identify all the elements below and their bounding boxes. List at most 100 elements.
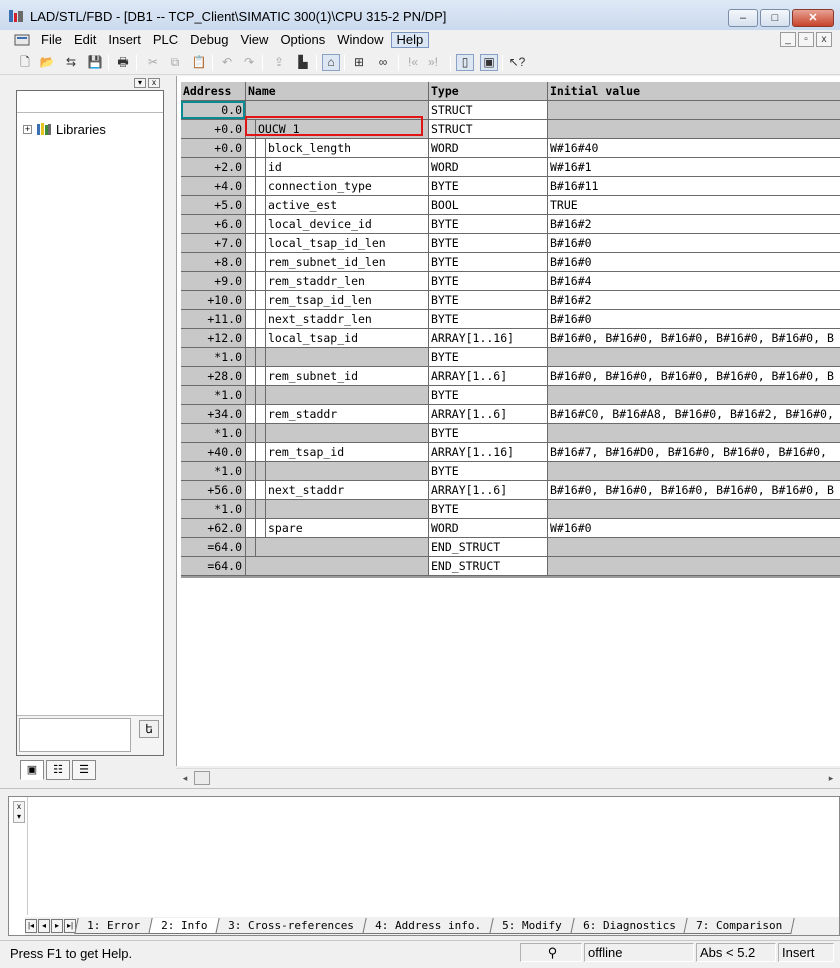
cell-address[interactable]: +7.0 — [181, 234, 246, 253]
cell-initial-value[interactable] — [548, 557, 840, 576]
cell-address[interactable]: +9.0 — [181, 272, 246, 291]
cell-name[interactable]: rem_tsap_id — [246, 443, 429, 462]
menu-file[interactable]: File — [36, 32, 67, 48]
tree-item-libraries[interactable]: + Libraries — [23, 121, 106, 137]
menu-window[interactable]: Window — [332, 32, 388, 48]
cell-type[interactable]: ARRAY[1..6] — [429, 367, 548, 386]
network-config-icon[interactable]: ⊞ — [350, 54, 368, 71]
cell-address[interactable]: +40.0 — [181, 443, 246, 462]
cell-name[interactable]: next_staddr — [246, 481, 429, 500]
menu-plc[interactable]: PLC — [148, 32, 183, 48]
cell-initial-value[interactable] — [548, 101, 840, 120]
cell-name[interactable] — [246, 557, 429, 576]
cell-type[interactable]: BYTE — [429, 348, 548, 367]
table-row[interactable]: +0.0 OUCW_1 STRUCT — [181, 120, 840, 139]
cell-name[interactable] — [246, 424, 429, 443]
cell-initial-value[interactable] — [548, 538, 840, 557]
cell-type[interactable]: STRUCT — [429, 120, 548, 139]
output-tab[interactable]: 7: Comparison — [683, 918, 796, 934]
cell-type[interactable]: ARRAY[1..16] — [429, 329, 548, 348]
output-tab[interactable]: 3: Cross-references — [215, 918, 367, 934]
panel-close-icon[interactable]: x — [148, 78, 160, 88]
table-row[interactable]: *1.0 BYTE — [181, 500, 840, 519]
menu-help[interactable]: Help — [390, 32, 430, 48]
paste-icon[interactable]: 📋 — [190, 54, 208, 71]
cell-initial-value[interactable] — [548, 120, 840, 139]
table-row[interactable]: *1.0 BYTE — [181, 424, 840, 443]
cell-type[interactable]: WORD — [429, 519, 548, 538]
table-row[interactable]: *1.0 BYTE — [181, 386, 840, 405]
monitor-icon[interactable]: ▙ — [294, 54, 312, 71]
details-icon[interactable]: ▣ — [480, 54, 498, 71]
cell-name[interactable]: active_est — [246, 196, 429, 215]
mdi-restore-button[interactable]: ▫ — [798, 32, 814, 47]
output-tab[interactable]: 4: Address info. — [362, 918, 494, 934]
cell-name[interactable]: rem_subnet_id — [246, 367, 429, 386]
cell-address[interactable]: *1.0 — [181, 500, 246, 519]
cell-type[interactable]: BYTE — [429, 386, 548, 405]
header-type[interactable]: Type — [429, 82, 548, 101]
cell-initial-value[interactable]: W#16#1 — [548, 158, 840, 177]
cell-name[interactable]: id — [246, 158, 429, 177]
table-row[interactable]: +6.0 local_device_id BYTE B#16#2 — [181, 215, 840, 234]
table-row[interactable]: +12.0 local_tsap_id ARRAY[1..16] B#16#0, B#… — [181, 329, 840, 348]
cell-type[interactable]: BYTE — [429, 310, 548, 329]
document-window-icon[interactable] — [14, 33, 30, 47]
cell-name[interactable]: connection_type — [246, 177, 429, 196]
cell-name[interactable]: local_tsap_id_len — [246, 234, 429, 253]
mdi-minimize-button[interactable]: _ — [780, 32, 796, 47]
cell-initial-value[interactable] — [548, 500, 840, 519]
table-row[interactable]: =64.0 END_STRUCT — [181, 538, 840, 557]
cell-name[interactable] — [246, 101, 429, 120]
cell-type[interactable]: BYTE — [429, 291, 548, 310]
cell-type[interactable]: STRUCT — [429, 101, 548, 120]
cell-type[interactable]: WORD — [429, 139, 548, 158]
table-row[interactable]: +8.0 rem_subnet_id_len BYTE B#16#0 — [181, 253, 840, 272]
horizontal-scrollbar[interactable]: ◂ ▸ — [176, 768, 840, 786]
cell-address[interactable]: +2.0 — [181, 158, 246, 177]
open-icon[interactable]: 📂 — [38, 54, 56, 71]
cell-type[interactable]: BYTE — [429, 234, 548, 253]
tab-list[interactable]: ☰ — [72, 760, 96, 780]
cell-address[interactable]: +6.0 — [181, 215, 246, 234]
cell-address[interactable]: *1.0 — [181, 348, 246, 367]
cell-address[interactable]: *1.0 — [181, 424, 246, 443]
bookmark-forward-icon[interactable]: »! — [424, 54, 442, 71]
cell-type[interactable]: BYTE — [429, 253, 548, 272]
table-row[interactable]: +34.0 rem_staddr ARRAY[1..6] B#16#C0, B#16#… — [181, 405, 840, 424]
table-row[interactable]: +2.0 id WORD W#16#1 — [181, 158, 840, 177]
cell-name[interactable]: next_staddr_len — [246, 310, 429, 329]
table-row[interactable]: +11.0 next_staddr_len BYTE B#16#0 — [181, 310, 840, 329]
table-row[interactable]: +10.0 rem_tsap_id_len BYTE B#16#2 — [181, 291, 840, 310]
cell-initial-value[interactable]: W#16#40 — [548, 139, 840, 158]
minimize-button[interactable]: – — [728, 9, 758, 27]
cell-name[interactable]: rem_subnet_id_len — [246, 253, 429, 272]
cell-initial-value[interactable]: B#16#0 — [548, 253, 840, 272]
cell-address[interactable]: *1.0 — [181, 462, 246, 481]
help-icon[interactable]: ↖? — [508, 54, 526, 71]
glasses-icon[interactable]: ∞ — [374, 54, 392, 71]
scroll-left-icon[interactable]: ◂ — [178, 771, 192, 785]
cell-name[interactable]: local_device_id — [246, 215, 429, 234]
cell-name[interactable]: rem_staddr_len — [246, 272, 429, 291]
cell-initial-value[interactable]: B#16#11 — [548, 177, 840, 196]
bookmark-back-icon[interactable]: !« — [404, 54, 422, 71]
cell-type[interactable]: END_STRUCT — [429, 557, 548, 576]
tab-program-elements[interactable]: ▣ — [20, 760, 44, 780]
table-row[interactable]: *1.0 BYTE — [181, 348, 840, 367]
cell-initial-value[interactable]: B#16#7, B#16#D0, B#16#0, B#16#0, B#16#0, — [548, 443, 840, 462]
pin-icon[interactable]: ե — [139, 720, 159, 738]
cell-initial-value[interactable]: B#16#0 — [548, 310, 840, 329]
cell-type[interactable]: BYTE — [429, 215, 548, 234]
header-name[interactable]: Name — [246, 82, 429, 101]
output-tab[interactable]: 2: Info — [148, 918, 221, 934]
table-row[interactable]: +9.0 rem_staddr_len BYTE B#16#4 — [181, 272, 840, 291]
cell-address[interactable]: +28.0 — [181, 367, 246, 386]
cell-address[interactable]: +11.0 — [181, 310, 246, 329]
panel-dock-icon[interactable]: ▾ — [134, 78, 146, 88]
header-address[interactable]: Address — [181, 82, 246, 101]
cell-name[interactable]: local_tsap_id — [246, 329, 429, 348]
cell-initial-value[interactable]: B#16#0 — [548, 234, 840, 253]
first-tab-icon[interactable]: |◂ — [25, 919, 37, 933]
header-initial-value[interactable]: Initial value — [548, 82, 840, 101]
